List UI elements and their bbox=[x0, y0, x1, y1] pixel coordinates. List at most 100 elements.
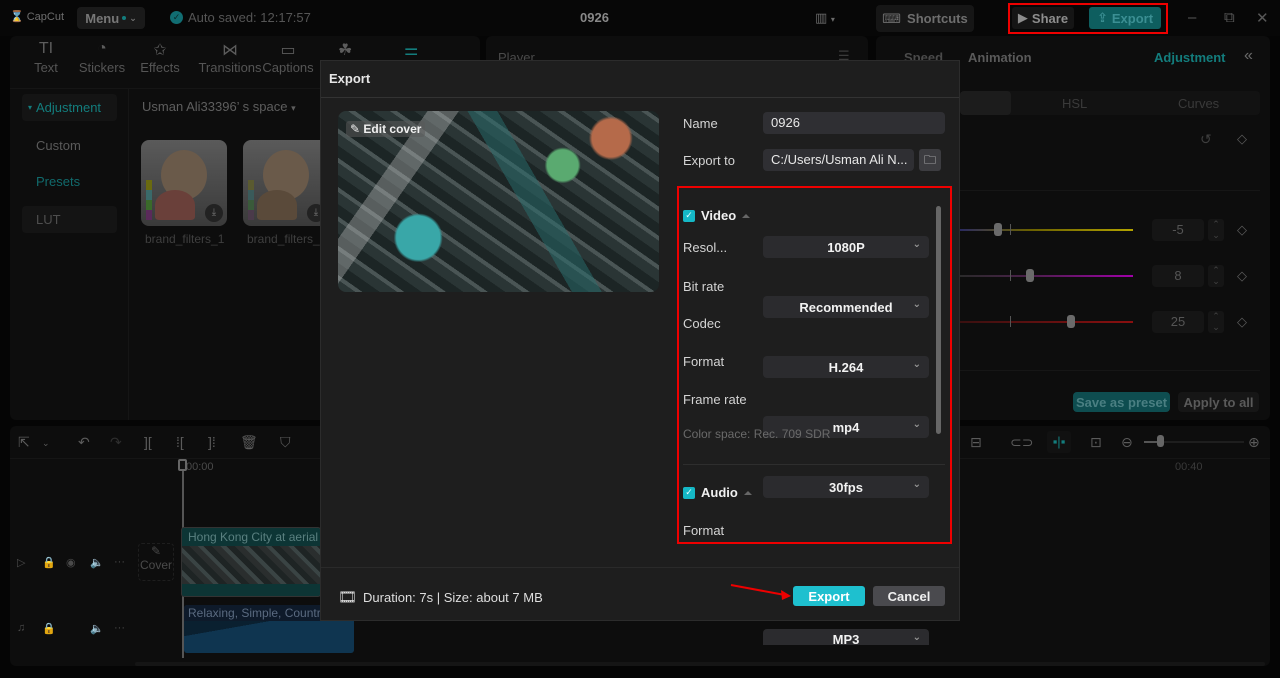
codec-select[interactable]: H.264 ⌄ bbox=[763, 356, 929, 378]
tab-animation[interactable]: Animation bbox=[968, 50, 1032, 65]
layout-icon[interactable]: ▥ ▾ bbox=[815, 10, 835, 26]
tab-text[interactable]: TI Text bbox=[16, 40, 76, 75]
sidebar-item-adjustment[interactable]: ▾ Adjustment bbox=[22, 94, 117, 121]
tab-transitions[interactable]: ⋈ Transitions bbox=[194, 40, 266, 75]
keyframe-icon[interactable]: ◇ bbox=[1237, 131, 1247, 147]
audio-checkbox[interactable]: ✓ bbox=[683, 486, 695, 499]
volume-icon[interactable]: 🔈 bbox=[90, 622, 104, 635]
preset-thumbnail[interactable]: ⤓ bbox=[141, 140, 227, 226]
restore-icon[interactable]: ⧉ bbox=[1224, 9, 1235, 26]
save-as-preset-button[interactable]: Save as preset bbox=[1073, 392, 1170, 412]
chevron-down-icon: ⌄ bbox=[912, 632, 921, 643]
tab-effects[interactable]: ✩ Effects bbox=[130, 40, 190, 75]
tab-captions[interactable]: ▭ Captions bbox=[258, 40, 318, 75]
download-icon[interactable]: ⤓ bbox=[205, 204, 223, 222]
sidebar-item-presets[interactable]: Presets bbox=[22, 168, 117, 195]
export-dialog: Export ✎ Edit cover Name 0926 Export to … bbox=[320, 60, 960, 645]
resolution-select[interactable]: 1080P ⌄ bbox=[763, 236, 929, 258]
trim-left-icon[interactable]: ⁞[ bbox=[176, 434, 184, 450]
filters-icon[interactable]: ☘ bbox=[338, 40, 352, 60]
value-input[interactable]: 25 bbox=[1152, 311, 1204, 333]
name-input[interactable]: 0926 bbox=[763, 112, 945, 134]
cancel-button[interactable]: Cancel bbox=[873, 586, 945, 606]
lock-icon[interactable]: 🔒 bbox=[42, 622, 56, 635]
marker-icon[interactable]: ⛉ bbox=[280, 434, 291, 451]
undo-icon[interactable]: ↶ bbox=[78, 434, 90, 451]
slider-thumb[interactable] bbox=[1067, 315, 1075, 328]
chevron-down-icon[interactable]: ⌄ bbox=[42, 438, 50, 449]
playhead-handle[interactable] bbox=[178, 459, 187, 471]
close-icon[interactable]: ✕ bbox=[1256, 9, 1269, 27]
subtab-basic[interactable] bbox=[960, 91, 1011, 115]
space-selector[interactable]: Usman Ali33396’ s space ▾ bbox=[142, 99, 296, 114]
captions-icon: ▭ bbox=[280, 42, 296, 59]
timeline-scrollbar[interactable] bbox=[135, 662, 1265, 666]
tab-stickers[interactable]: ◔ Stickers bbox=[72, 40, 132, 75]
preset-thumbnail[interactable]: ⤓ bbox=[243, 140, 329, 226]
frame-rate-label: Frame rate bbox=[683, 392, 747, 407]
cover-button[interactable]: ✎ Cover bbox=[138, 543, 174, 581]
zoom-in-icon[interactable]: ⊕ bbox=[1248, 434, 1260, 451]
collapse-icon[interactable]: « bbox=[1244, 47, 1253, 65]
duration-info: 🎞 Duration: 7s | Size: about 7 MB bbox=[338, 589, 543, 606]
slider-thumb[interactable] bbox=[994, 223, 1002, 236]
keyframe-icon[interactable]: ◇ bbox=[1237, 314, 1247, 330]
sidebar-item-lut[interactable]: LUT bbox=[22, 206, 117, 233]
slider-track[interactable] bbox=[960, 321, 1133, 323]
volume-icon[interactable]: 🔈 bbox=[90, 556, 104, 569]
export-button[interactable]: Export bbox=[793, 586, 865, 606]
cover-preview[interactable]: ✎ Edit cover bbox=[338, 111, 659, 292]
menu-button[interactable]: Menu ⌄ bbox=[77, 7, 145, 29]
value-input[interactable]: 8 bbox=[1152, 265, 1204, 287]
export-path-input[interactable]: C:/Users/Usman Ali N... bbox=[763, 149, 914, 171]
apply-to-all-button[interactable]: Apply to all bbox=[1178, 392, 1259, 412]
link-icon[interactable]: ⊂⊃ bbox=[1010, 434, 1033, 451]
preview-axis-icon[interactable]: ⊡ bbox=[1090, 434, 1102, 451]
reset-icon[interactable]: ↺ bbox=[1200, 131, 1212, 148]
divider bbox=[683, 464, 945, 465]
subtab-hsl[interactable]: HSL bbox=[1062, 96, 1087, 111]
magnet-icon[interactable]: ▪|▪ bbox=[1047, 431, 1071, 453]
value-stepper[interactable]: ⌃ ⌄ bbox=[1208, 311, 1224, 333]
frame-rate-select[interactable]: 30fps ⌄ bbox=[763, 476, 929, 498]
more-icon[interactable]: ··· bbox=[114, 556, 125, 568]
video-checkbox[interactable]: ✓ bbox=[683, 209, 695, 222]
divider bbox=[321, 567, 959, 568]
keyframe-icon[interactable]: ◇ bbox=[1237, 268, 1247, 284]
audio-format-select[interactable]: MP3 ⌄ bbox=[763, 629, 929, 645]
value-stepper[interactable]: ⌃ ⌄ bbox=[1208, 219, 1224, 241]
redo-icon[interactable]: ↷ bbox=[110, 434, 122, 451]
subtab-curves[interactable]: Curves bbox=[1178, 96, 1219, 111]
edit-cover-button[interactable]: ✎ Edit cover bbox=[346, 121, 426, 137]
zoom-slider-thumb[interactable] bbox=[1157, 435, 1164, 447]
auto-snap-icon[interactable]: ⊟ bbox=[970, 434, 982, 451]
capcut-logo-icon: ⌛ bbox=[10, 11, 24, 23]
value-stepper[interactable]: ⌃ ⌄ bbox=[1208, 265, 1224, 287]
shortcuts-button[interactable]: ⌨ Shortcuts bbox=[876, 5, 974, 32]
video-section-header[interactable]: ✓ Video bbox=[683, 208, 751, 223]
select-cursor-icon[interactable]: ⇱ bbox=[18, 434, 30, 451]
sidebar-item-custom[interactable]: Custom bbox=[22, 132, 117, 159]
settings-scrollbar[interactable] bbox=[936, 206, 941, 434]
slider-track[interactable] bbox=[960, 229, 1133, 231]
adjustment-icon[interactable]: ⚌ bbox=[404, 40, 418, 60]
video-clip[interactable]: Hong Kong City at aerial bbox=[181, 527, 321, 597]
lock-icon[interactable]: 🔒 bbox=[42, 556, 56, 569]
minimize-icon[interactable]: – bbox=[1188, 9, 1196, 26]
folder-icon[interactable]: 🗀 bbox=[919, 149, 941, 171]
audio-section-header[interactable]: ✓ Audio bbox=[683, 485, 752, 500]
trim-right-icon[interactable]: ]⁞ bbox=[208, 434, 216, 450]
split-icon[interactable]: ][ bbox=[144, 434, 152, 450]
edit-icon: ✎ bbox=[350, 122, 361, 136]
bitrate-select[interactable]: Recommended ⌄ bbox=[763, 296, 929, 318]
slider-track[interactable] bbox=[960, 275, 1133, 277]
slider-thumb[interactable] bbox=[1026, 269, 1034, 282]
keyframe-icon[interactable]: ◇ bbox=[1237, 222, 1247, 238]
value-input[interactable]: -5 bbox=[1152, 219, 1204, 241]
delete-icon[interactable]: 🗑 bbox=[240, 434, 258, 451]
chevron-down-icon: ⌄ bbox=[912, 359, 921, 370]
tab-adjustment[interactable]: Adjustment bbox=[1154, 50, 1226, 65]
zoom-out-icon[interactable]: ⊖ bbox=[1121, 434, 1133, 451]
more-icon[interactable]: ··· bbox=[114, 622, 125, 634]
eye-icon[interactable]: ◉ bbox=[66, 556, 76, 569]
